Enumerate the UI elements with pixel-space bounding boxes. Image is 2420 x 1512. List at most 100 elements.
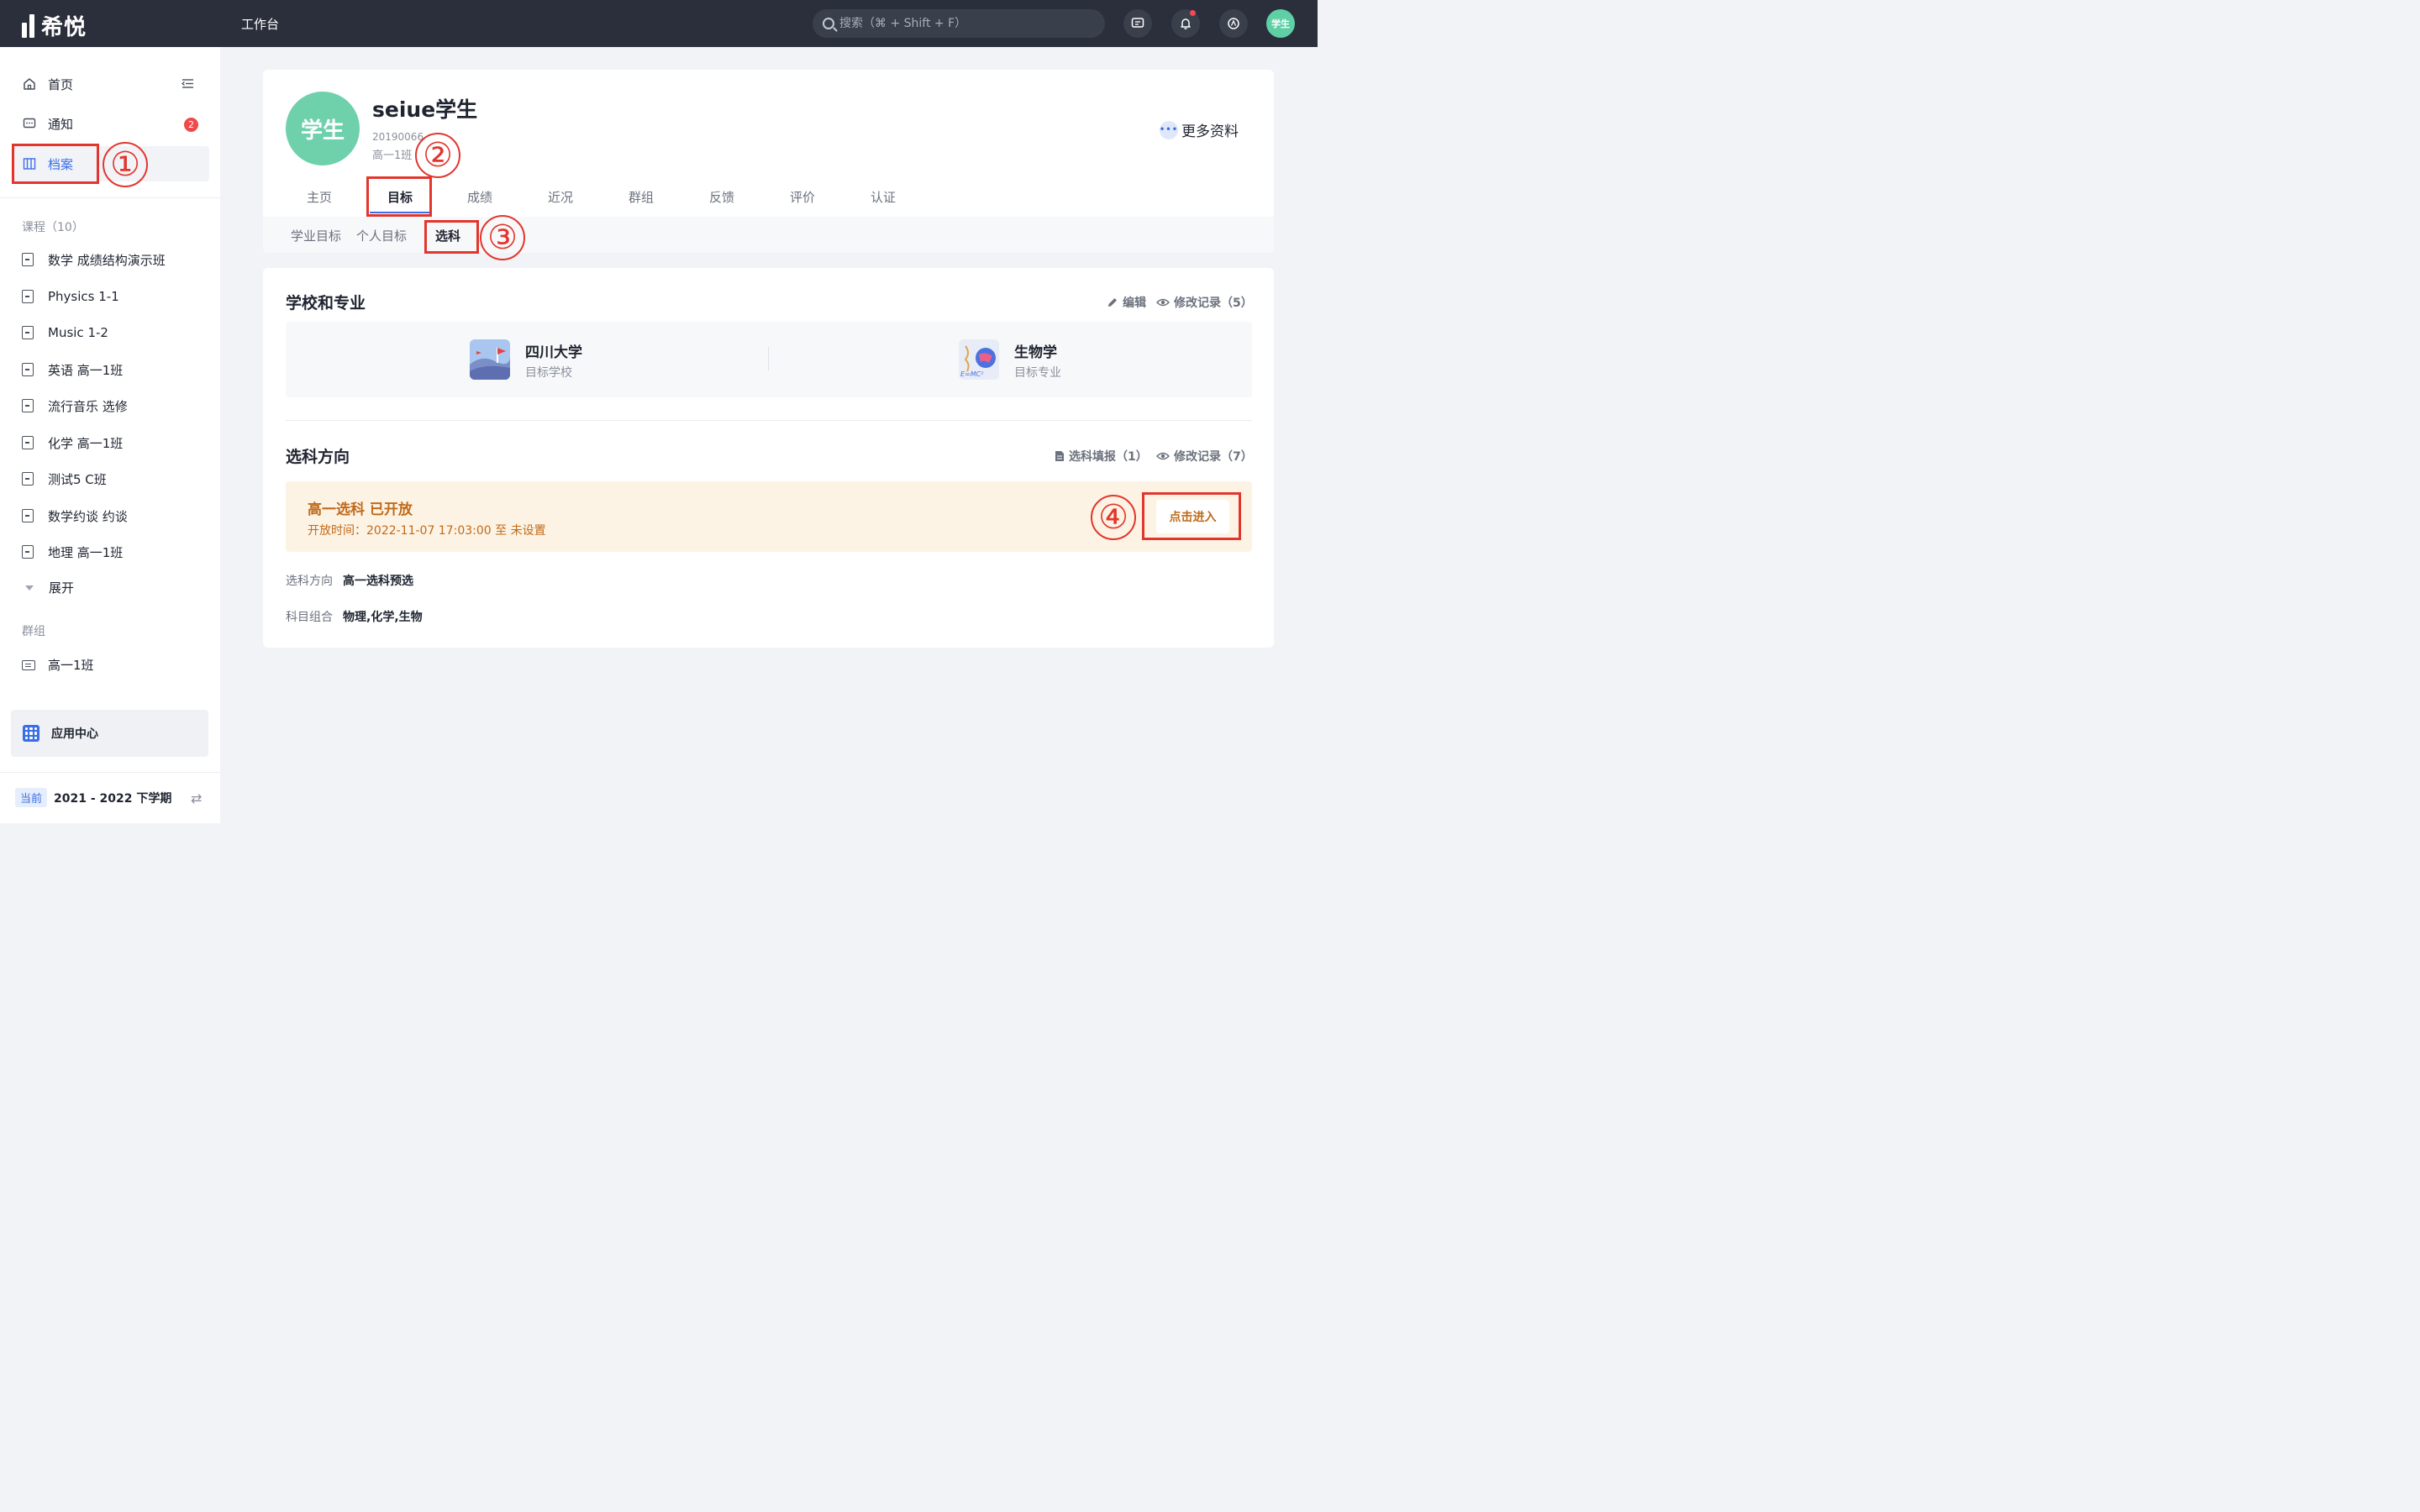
subtab-academic-goals[interactable]: 学业目标 bbox=[291, 227, 341, 244]
search-icon bbox=[823, 18, 834, 29]
tab-evaluation[interactable]: 评价 bbox=[790, 188, 815, 206]
selection-section-title: 选科方向 bbox=[286, 448, 350, 466]
workbench-link[interactable]: 工作台 bbox=[241, 15, 279, 33]
combo-key: 科目组合 bbox=[286, 611, 333, 624]
course-icon bbox=[22, 326, 34, 339]
school-section-title: 学校和专业 bbox=[286, 294, 366, 312]
course-item[interactable]: 化学 高一1班 bbox=[22, 433, 123, 452]
sidebar-item-notifications[interactable]: 通知 bbox=[12, 106, 209, 141]
course-label: 流行音乐 选修 bbox=[48, 398, 128, 414]
course-icon bbox=[22, 253, 34, 266]
top-bar: 希悦 工作台 学生 bbox=[0, 0, 1318, 47]
sidebar-item-label: 通知 bbox=[48, 116, 74, 132]
course-label: 英语 高一1班 bbox=[48, 362, 124, 378]
course-icon bbox=[22, 472, 34, 486]
course-icon bbox=[22, 509, 34, 522]
annotation-box-selection-subtab bbox=[424, 220, 479, 254]
course-icon bbox=[22, 363, 34, 376]
history-label: 修改记录（5） bbox=[1174, 297, 1253, 310]
groups-section-title: 群组 bbox=[22, 625, 45, 638]
user-avatar[interactable]: 学生 bbox=[1266, 9, 1295, 38]
expand-courses-button[interactable]: 展开 bbox=[22, 579, 74, 596]
search-bar[interactable] bbox=[813, 9, 1105, 38]
term-selector[interactable]: 当前 2021 - 2022 下学期 bbox=[15, 788, 171, 807]
group-icon bbox=[22, 659, 35, 670]
course-icon bbox=[22, 545, 34, 559]
direction-value: 高一选科预选 bbox=[343, 575, 413, 588]
user-circle-icon bbox=[1228, 18, 1239, 29]
term-label: 2021 - 2022 下学期 bbox=[54, 791, 172, 806]
logo-mark-icon bbox=[22, 13, 34, 38]
eye-icon bbox=[1156, 452, 1170, 460]
annotation-number-2: ② bbox=[415, 133, 460, 178]
school-name: 四川大学 bbox=[525, 344, 582, 361]
tab-grades[interactable]: 成绩 bbox=[467, 188, 492, 206]
notification-button[interactable] bbox=[1171, 9, 1200, 38]
course-label: 数学约谈 约谈 bbox=[48, 508, 128, 524]
annotation-number-4: ④ bbox=[1091, 495, 1136, 540]
subject-combo-row: 科目组合 物理,化学,生物 bbox=[286, 608, 423, 625]
tab-certification[interactable]: 认证 bbox=[871, 188, 896, 206]
caret-down-icon bbox=[25, 585, 34, 591]
student-class: 高一1班 bbox=[372, 150, 413, 162]
tab-groups[interactable]: 群组 bbox=[629, 188, 654, 206]
course-item[interactable]: Physics 1-1 bbox=[22, 287, 119, 306]
course-item[interactable]: 测试5 C班 bbox=[22, 470, 107, 488]
school-history-button[interactable]: 修改记录（5） bbox=[1156, 294, 1253, 311]
notice-title: 高一选科 已开放 bbox=[308, 501, 413, 518]
edit-button[interactable]: 编辑 bbox=[1107, 294, 1146, 311]
notice-time: 开放时间：2022-11-07 17:03:00 至 未设置 bbox=[308, 524, 546, 538]
section-divider bbox=[286, 420, 1252, 421]
svg-text:E=MC²: E=MC² bbox=[960, 370, 984, 378]
expand-label: 展开 bbox=[49, 580, 75, 596]
app-center-label: 应用中心 bbox=[51, 727, 98, 741]
school-image bbox=[470, 339, 510, 380]
group-label: 高一1班 bbox=[48, 658, 94, 673]
goals-card: 学校和专业 编辑 修改记录（5） 四川大学 目标学校 E=MC² 生物学 目标专… bbox=[263, 268, 1274, 648]
chat-icon bbox=[1131, 18, 1144, 28]
direction-key: 选科方向 bbox=[286, 575, 333, 588]
selection-direction-row: 选科方向 高一选科预选 bbox=[286, 572, 413, 589]
annotation-box-enter-button bbox=[1142, 492, 1241, 540]
annotation-number-1: ① bbox=[103, 142, 148, 187]
course-icon bbox=[22, 399, 34, 412]
chat-button[interactable] bbox=[1123, 9, 1152, 38]
search-input[interactable] bbox=[839, 17, 1092, 30]
tab-feedback[interactable]: 反馈 bbox=[709, 188, 734, 206]
subtab-personal-goals[interactable]: 个人目标 bbox=[356, 227, 407, 244]
tab-recent[interactable]: 近况 bbox=[548, 188, 573, 206]
more-info-button[interactable]: ••• 更多资料 bbox=[1160, 119, 1239, 140]
course-item[interactable]: 数学 成绩结构演示班 bbox=[22, 250, 166, 269]
group-item[interactable]: 高一1班 bbox=[22, 656, 94, 674]
pencil-icon bbox=[1108, 298, 1117, 307]
app-center-button[interactable]: 应用中心 bbox=[11, 710, 208, 757]
course-label: Physics 1-1 bbox=[48, 289, 119, 304]
tab-home[interactable]: 主页 bbox=[307, 188, 332, 206]
selection-history-button[interactable]: 修改记录（7） bbox=[1156, 448, 1253, 465]
selection-report-button[interactable]: 选科填报（1） bbox=[1055, 448, 1148, 465]
sidebar-divider bbox=[0, 772, 220, 773]
history-label: 修改记录（7） bbox=[1174, 450, 1253, 464]
annotation-number-3: ③ bbox=[480, 215, 525, 260]
logo-text: 希悦 bbox=[41, 15, 87, 40]
account-switch-button[interactable] bbox=[1219, 9, 1248, 38]
course-icon bbox=[22, 436, 34, 449]
subtab-bar: 学业目标 个人目标 选科 bbox=[263, 217, 1274, 253]
combo-value: 物理,化学,生物 bbox=[343, 611, 423, 624]
annotation-box-goals-tab bbox=[366, 176, 432, 217]
current-term-tag: 当前 bbox=[15, 788, 48, 807]
course-item[interactable]: 数学约谈 约谈 bbox=[22, 507, 128, 525]
swap-icon[interactable]: ⇄ bbox=[191, 790, 202, 806]
courses-section-title: 课程（10） bbox=[22, 221, 84, 234]
message-icon bbox=[22, 116, 37, 131]
course-item[interactable]: 英语 高一1班 bbox=[22, 360, 123, 379]
course-label: Music 1-2 bbox=[48, 325, 108, 340]
course-item[interactable]: 流行音乐 选修 bbox=[22, 396, 128, 415]
collapse-sidebar-icon[interactable] bbox=[182, 77, 194, 90]
sidebar-item-home[interactable]: 首页 bbox=[12, 66, 209, 102]
major-label: 目标专业 bbox=[1014, 366, 1061, 380]
report-label: 选科填报（1） bbox=[1069, 450, 1148, 464]
course-item[interactable]: Music 1-2 bbox=[22, 323, 108, 342]
course-item[interactable]: 地理 高一1班 bbox=[22, 543, 123, 561]
app-logo[interactable]: 希悦 bbox=[22, 10, 87, 41]
